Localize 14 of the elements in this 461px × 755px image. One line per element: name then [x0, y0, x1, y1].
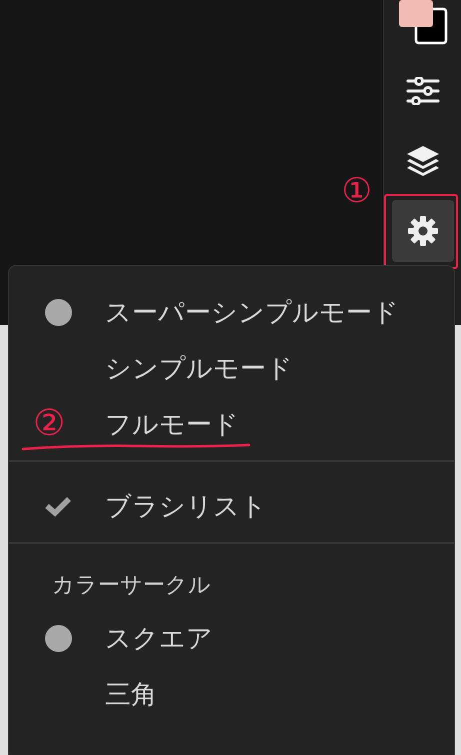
menu-item[interactable]: ブラシリスト: [105, 488, 267, 524]
menu-item[interactable]: スクエア: [105, 620, 213, 656]
menu-item[interactable]: 三角: [105, 676, 157, 712]
layers-icon: [406, 145, 440, 177]
settings-icon: [406, 215, 438, 247]
menu-item[interactable]: スーパーシンプルモード: [105, 294, 399, 330]
annotation-number: ①: [342, 174, 372, 208]
settings-button[interactable]: [392, 200, 454, 262]
menu-item[interactable]: フルモード: [105, 406, 239, 442]
sliders-icon: [406, 77, 440, 105]
menu-item[interactable]: シンプルモード: [105, 350, 293, 386]
annotation-number: ②: [33, 406, 66, 442]
section-header: カラーサークル: [51, 572, 212, 600]
main-color-swatch[interactable]: [398, 0, 432, 27]
